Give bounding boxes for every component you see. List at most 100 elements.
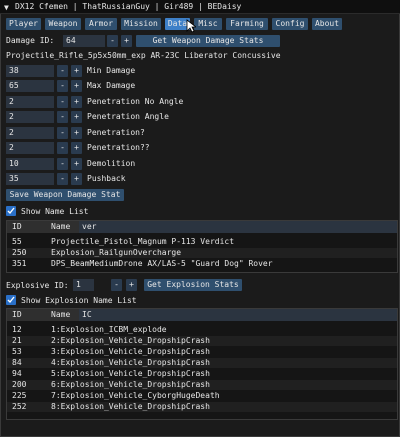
- penetration-angle-increment-button[interactable]: +: [71, 111, 82, 123]
- tab-about[interactable]: About: [312, 18, 342, 30]
- row-id: 351: [12, 259, 27, 268]
- penetration-q-label: Penetration?: [87, 128, 145, 137]
- penetration-no-angle-input[interactable]: 2: [6, 96, 54, 108]
- penetration-angle-decrement-button[interactable]: -: [57, 111, 68, 123]
- table-row[interactable]: 84 4:Explosion_Vehicle_DropshipCrash: [7, 358, 397, 368]
- collapse-triangle-icon[interactable]: ▼: [4, 3, 9, 12]
- row-name: DPS_BeamMediumDrone AX/LAS-5 "Guard Dog"…: [51, 259, 273, 268]
- row-name: Explosion_RailgunOvercharge: [51, 248, 182, 257]
- mouse-cursor-icon: [186, 19, 196, 33]
- save-weapon-damage-stat-button[interactable]: Save Weapon Damage Stat: [6, 189, 124, 201]
- penetration-qq-increment-button[interactable]: +: [71, 142, 82, 154]
- row-id: 12: [12, 325, 22, 334]
- tab-armor[interactable]: Armor: [85, 18, 117, 30]
- show-explosion-name-list-checkbox[interactable]: [6, 295, 16, 305]
- demolition-decrement-button[interactable]: -: [57, 158, 68, 170]
- table-row[interactable]: 351 DPS_BeamMediumDrone AX/LAS-5 "Guard …: [7, 259, 397, 269]
- row-id: 252: [12, 402, 27, 411]
- penetration-qq-label: Penetration??: [87, 143, 150, 152]
- pushback-label: Pushback: [87, 174, 126, 183]
- table-row[interactable]: 252 8:Explosion_Vehicle_DropshipCrash: [7, 402, 397, 412]
- row-id: 200: [12, 380, 27, 389]
- window-title: DX12 Cfemen | ThatRussianGuy | Gir489 | …: [15, 2, 242, 11]
- table-row[interactable]: 225 7:Explosion_Vehicle_CyborgHugeDeath: [7, 391, 397, 401]
- damage-id-increment-button[interactable]: +: [121, 35, 132, 47]
- table-row[interactable]: 200 6:Explosion_Vehicle_DropshipCrash: [7, 380, 397, 390]
- row-name: Projectile_Pistol_Magnum P-113 Verdict: [51, 237, 235, 246]
- explosive-id-input[interactable]: 1: [73, 279, 94, 291]
- row-id: 84: [12, 358, 22, 367]
- row-name: 2:Explosion_Vehicle_DropshipCrash: [51, 336, 210, 345]
- table-row[interactable]: 12 1:Explosion_ICBM_explode: [7, 325, 397, 335]
- penetration-angle-label: Penetration Angle: [87, 112, 169, 121]
- min-damage-decrement-button[interactable]: -: [57, 65, 68, 77]
- table-row[interactable]: 55 Projectile_Pistol_Magnum P-113 Verdic…: [7, 237, 397, 247]
- row-id: 21: [12, 336, 22, 345]
- checkmark-icon: [7, 296, 15, 304]
- penetration-no-angle-label: Penetration No Angle: [87, 97, 184, 106]
- checkmark-icon: [7, 207, 15, 215]
- column-id-header: ID: [12, 222, 22, 231]
- pushback-increment-button[interactable]: +: [71, 173, 82, 185]
- row-name: 1:Explosion_ICBM_explode: [51, 325, 167, 334]
- column-name-header: Name: [51, 222, 71, 231]
- explosive-id-label: Explosive ID:: [6, 281, 69, 290]
- pushback-decrement-button[interactable]: -: [57, 173, 68, 185]
- explosive-id-increment-button[interactable]: +: [126, 279, 137, 291]
- window-titlebar[interactable]: ▼ DX12 Cfemen | ThatRussianGuy | Gir489 …: [0, 0, 400, 14]
- max-damage-decrement-button[interactable]: -: [57, 80, 68, 92]
- penetration-angle-input[interactable]: 2: [6, 111, 54, 123]
- penetration-qq-decrement-button[interactable]: -: [57, 142, 68, 154]
- tab-mission[interactable]: Mission: [121, 18, 161, 30]
- tab-weapon[interactable]: Weapon: [45, 18, 81, 30]
- weapon-name-table: ID Name ver 55 Projectile_Pistol_Magnum …: [6, 220, 398, 273]
- row-id: 94: [12, 369, 22, 378]
- row-name: 3:Explosion_Vehicle_DropshipCrash: [51, 347, 210, 356]
- penetration-q-input[interactable]: 2: [6, 127, 54, 139]
- weapon-name-text: Projectile_Rifle_5p5x50mm_exp AR-23C Lib…: [6, 51, 281, 60]
- tab-farming[interactable]: Farming: [226, 18, 268, 30]
- row-name: 4:Explosion_Vehicle_DropshipCrash: [51, 358, 210, 367]
- demolition-label: Demolition: [87, 159, 136, 168]
- table-row[interactable]: 21 2:Explosion_Vehicle_DropshipCrash: [7, 336, 397, 346]
- name-filter-input[interactable]: ver: [79, 221, 397, 233]
- explosion-name-table: ID Name IC 12 1:Explosion_ICBM_explode 2…: [6, 308, 398, 420]
- penetration-no-angle-increment-button[interactable]: +: [71, 96, 82, 108]
- pushback-input[interactable]: 35: [6, 173, 54, 185]
- column-id-header: ID: [12, 310, 22, 319]
- demolition-increment-button[interactable]: +: [71, 158, 82, 170]
- demolition-input[interactable]: 10: [6, 158, 54, 170]
- row-name: 7:Explosion_Vehicle_CyborgHugeDeath: [51, 391, 220, 400]
- max-damage-label: Max Damage: [87, 81, 136, 90]
- min-damage-input[interactable]: 38: [6, 65, 54, 77]
- table-row[interactable]: 250 Explosion_RailgunOvercharge: [7, 248, 397, 258]
- table-row[interactable]: 53 3:Explosion_Vehicle_DropshipCrash: [7, 347, 397, 357]
- explosive-id-decrement-button[interactable]: -: [111, 279, 122, 291]
- penetration-q-decrement-button[interactable]: -: [57, 127, 68, 139]
- get-explosion-stats-button[interactable]: Get Explosion Stats: [144, 279, 242, 291]
- main-window: Player Weapon Armor Mission Data Misc Fa…: [0, 14, 400, 437]
- row-name: 5:Explosion_Vehicle_DropshipCrash: [51, 369, 210, 378]
- tab-config[interactable]: Config: [272, 18, 308, 30]
- get-weapon-damage-stats-button[interactable]: Get Weapon Damage Stats: [136, 35, 280, 47]
- max-damage-input[interactable]: 65: [6, 80, 54, 92]
- min-damage-increment-button[interactable]: +: [71, 65, 82, 77]
- damage-id-decrement-button[interactable]: -: [107, 35, 118, 47]
- show-explosion-name-list-label: Show Explosion Name List: [21, 296, 137, 305]
- row-id: 55: [12, 237, 22, 246]
- penetration-q-increment-button[interactable]: +: [71, 127, 82, 139]
- column-name-header: Name: [51, 310, 71, 319]
- tab-player[interactable]: Player: [6, 18, 41, 30]
- show-name-list-checkbox[interactable]: [6, 206, 16, 216]
- explosion-filter-input[interactable]: IC: [79, 309, 397, 321]
- damage-id-label: Damage ID:: [6, 36, 55, 45]
- row-id: 53: [12, 347, 22, 356]
- row-name: 6:Explosion_Vehicle_DropshipCrash: [51, 380, 210, 389]
- row-id: 250: [12, 248, 27, 257]
- tab-misc[interactable]: Misc: [194, 18, 222, 30]
- damage-id-input[interactable]: 64: [63, 35, 105, 47]
- table-row[interactable]: 94 5:Explosion_Vehicle_DropshipCrash: [7, 369, 397, 379]
- penetration-qq-input[interactable]: 2: [6, 142, 54, 154]
- penetration-no-angle-decrement-button[interactable]: -: [57, 96, 68, 108]
- max-damage-increment-button[interactable]: +: [71, 80, 82, 92]
